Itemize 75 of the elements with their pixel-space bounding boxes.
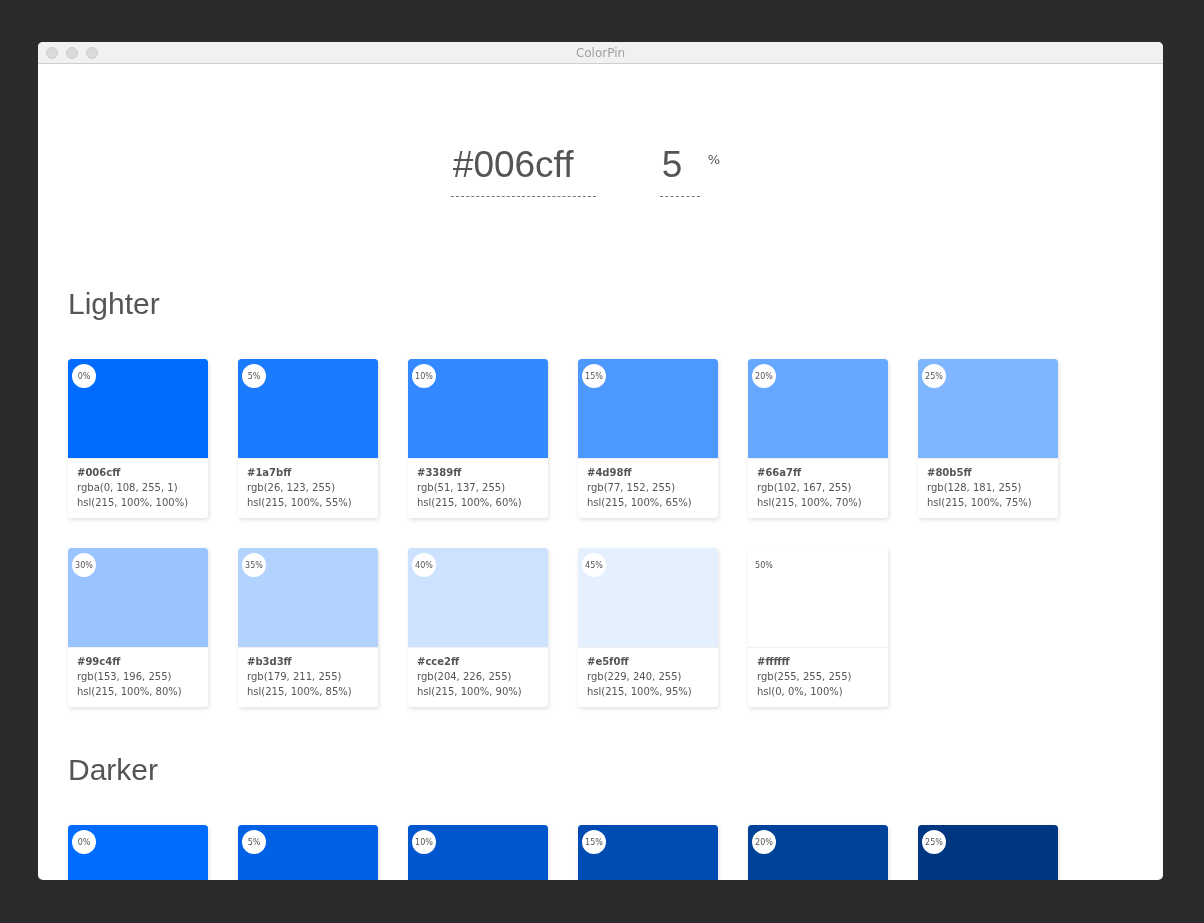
swatch-card[interactable]: 35% #b3d3ff rgb(179, 211, 255) hsl(215, 100%, 85%) <box>238 548 378 707</box>
rgb-value: rgb(102, 167, 255) <box>757 482 853 493</box>
rgb-value: rgba(0, 108, 255, 1) <box>77 482 179 493</box>
percent-badge: 20% <box>752 364 776 388</box>
swatch-card[interactable]: 40% #cce2ff rgb(204, 226, 255) hsl(215, 100%, 90%) <box>408 548 548 707</box>
rgb-value: rgb(204, 226, 255) <box>417 671 513 682</box>
percent-badge: 10% <box>412 364 436 388</box>
rgb-value: rgb(229, 240, 255) <box>587 671 683 682</box>
percent-badge: 0% <box>72 364 96 388</box>
unit-label: % <box>707 152 721 167</box>
percent-badge: 25% <box>922 830 946 854</box>
percent-badge: 35% <box>242 553 266 577</box>
hex-value: #99c4ff <box>77 656 122 667</box>
swatch-card[interactable]: 20% <box>748 825 888 880</box>
swatch-card[interactable]: 50% #ffffff rgb(255, 255, 255) hsl(0, 0%, 100%) <box>748 548 888 707</box>
swatch-card[interactable]: 5% <box>238 825 378 880</box>
close-button[interactable] <box>46 47 58 59</box>
hex-value: #80b5ff <box>927 467 973 478</box>
minimize-button[interactable] <box>66 47 78 59</box>
percent-badge: 5% <box>242 364 266 388</box>
zoom-button[interactable] <box>86 47 98 59</box>
swatch-card[interactable]: 0% <box>68 825 208 880</box>
hex-value: #b3d3ff <box>247 656 293 667</box>
swatch-card[interactable]: 15% <box>578 825 718 880</box>
hsl-value: hsl(215, 100%, 85%) <box>247 686 353 697</box>
swatch-card[interactable]: 0% #006cff rgba(0, 108, 255, 1) hsl(215, 100%, 100%) <box>68 359 208 518</box>
hsl-value: hsl(215, 100%, 90%) <box>417 686 523 697</box>
swatch-card[interactable]: 5% #1a7bff rgb(26, 123, 255) hsl(215, 100%, 55%) <box>238 359 378 518</box>
swatch-card[interactable]: 25% <box>918 825 1058 880</box>
hsl-value: hsl(215, 100%, 55%) <box>247 497 353 508</box>
swatch-card[interactable]: 45% #e5f0ff rgb(229, 240, 255) hsl(215, 100%, 95%) <box>578 548 718 707</box>
hex-value: #4d98ff <box>587 467 633 478</box>
hsl-value: hsl(215, 100%, 65%) <box>587 497 693 508</box>
percent-badge: 15% <box>582 830 606 854</box>
hex-value: #e5f0ff <box>587 656 630 667</box>
percent-badge: 40% <box>412 553 436 577</box>
swatch-card[interactable]: 30% #99c4ff rgb(153, 196, 255) hsl(215, 100%, 80%) <box>68 548 208 707</box>
hsl-value: hsl(215, 100%, 60%) <box>417 497 523 508</box>
section-heading: Lighter <box>68 287 161 321</box>
hex-value: #1a7bff <box>247 467 293 478</box>
percent-badge: 45% <box>582 553 606 577</box>
percent-badge: 0% <box>72 830 96 854</box>
hsl-value: hsl(215, 100%, 95%) <box>587 686 693 697</box>
rgb-value: rgb(51, 137, 255) <box>417 482 507 493</box>
rgb-value: rgb(255, 255, 255) <box>757 671 853 682</box>
swatch-card[interactable]: 25% #80b5ff rgb(128, 181, 255) hsl(215, 100%, 75%) <box>918 359 1058 518</box>
rgb-value: rgb(153, 196, 255) <box>77 671 173 682</box>
step-input-field[interactable]: 5 <box>659 144 700 197</box>
rgb-value: rgb(128, 181, 255) <box>927 482 1023 493</box>
hex-value: #66a7ff <box>757 467 803 478</box>
swatch-card[interactable]: 10% <box>408 825 548 880</box>
rgb-value: rgb(26, 123, 255) <box>247 482 337 493</box>
percent-badge: 10% <box>412 830 436 854</box>
hsl-value: hsl(215, 100%, 80%) <box>77 686 183 697</box>
percent-badge: 15% <box>582 364 606 388</box>
color-input-field[interactable]: #006cff <box>450 144 596 197</box>
hsl-value: hsl(215, 100%, 100%) <box>77 497 190 508</box>
hsl-value: hsl(215, 100%, 75%) <box>927 497 1033 508</box>
rgb-value: rgb(77, 152, 255) <box>587 482 677 493</box>
rgb-value: rgb(179, 211, 255) <box>247 671 343 682</box>
hex-value: #006cff <box>77 467 122 478</box>
section-heading: Darker <box>68 753 159 787</box>
hex-value: #cce2ff <box>417 656 461 667</box>
swatch-card[interactable]: 10% #3389ff rgb(51, 137, 255) hsl(215, 100%, 60%) <box>408 359 548 518</box>
percent-badge: 25% <box>922 364 946 388</box>
swatch-card[interactable]: 20% #66a7ff rgb(102, 167, 255) hsl(215, 100%, 70%) <box>748 359 888 518</box>
window-title: ColorPin <box>575 45 626 60</box>
swatch-card[interactable]: 15% #4d98ff rgb(77, 152, 255) hsl(215, 100%, 65%) <box>578 359 718 518</box>
hsl-value: hsl(215, 100%, 70%) <box>757 497 863 508</box>
hsl-value: hsl(0, 0%, 100%) <box>757 686 844 697</box>
percent-badge: 30% <box>72 553 96 577</box>
hex-value: #ffffff <box>757 656 791 667</box>
percent-badge: 20% <box>752 830 776 854</box>
percent-badge: 5% <box>242 830 266 854</box>
hex-value: #3389ff <box>417 467 463 478</box>
